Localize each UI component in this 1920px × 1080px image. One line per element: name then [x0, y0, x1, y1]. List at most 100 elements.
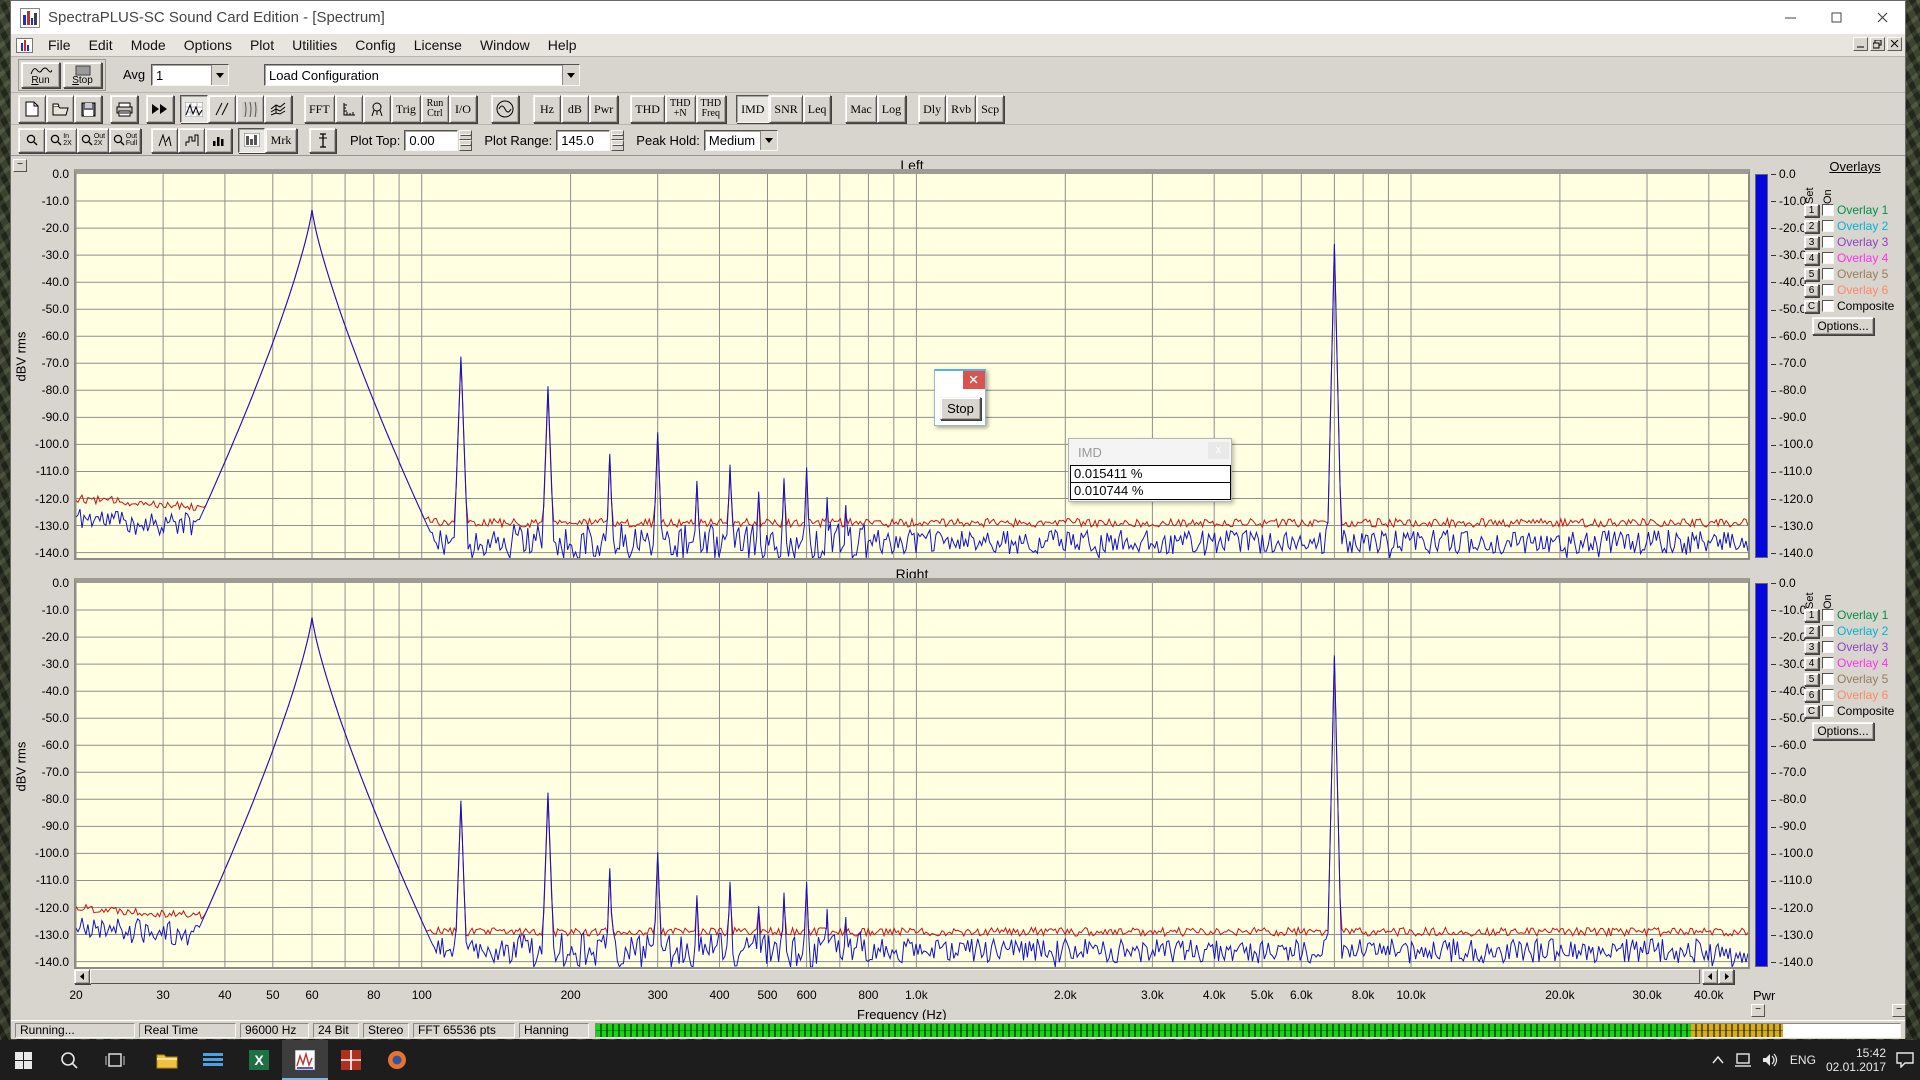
overlay-set-button-C[interactable]: C — [1804, 705, 1819, 718]
overlay-set-button-4[interactable]: 4 — [1804, 252, 1819, 265]
overlays-options-button[interactable]: Options... — [1812, 722, 1874, 740]
menu-item-license[interactable]: License — [405, 34, 471, 56]
toolbar-imd-button[interactable]: IMD — [736, 95, 769, 123]
menu-item-config[interactable]: Config — [346, 34, 404, 56]
toolbar-macro-button[interactable]: Mac — [845, 95, 876, 123]
overlay-on-checkbox-6[interactable] — [1822, 689, 1834, 701]
peak-hold-dropdown-arrow[interactable] — [760, 131, 777, 150]
excel-icon[interactable]: X — [236, 1040, 282, 1080]
left-spectrum-plot[interactable] — [74, 169, 1750, 560]
overlay-set-button-6[interactable]: 6 — [1804, 689, 1819, 702]
overlay-on-checkbox-4[interactable] — [1822, 657, 1834, 669]
overlay-set-button-2[interactable]: 2 — [1804, 625, 1819, 638]
avg-dropdown-arrow[interactable] — [211, 65, 228, 85]
toolbar-fft-settings-button[interactable]: FFT — [304, 95, 335, 123]
toolbar-triggering-button[interactable]: Trig — [391, 95, 421, 123]
scroll-right-button[interactable] — [1718, 969, 1734, 984]
pane-splitter-box-meter[interactable]: − — [1751, 1004, 1765, 1017]
toolbar-zoom-out-full-button[interactable]: OutFull — [109, 128, 141, 153]
frequency-scrollbar[interactable] — [74, 969, 1734, 984]
overlay-on-checkbox-3[interactable] — [1822, 641, 1834, 653]
start-button[interactable] — [0, 1040, 46, 1080]
overlay-set-button-4[interactable]: 4 — [1804, 657, 1819, 670]
toolbar-print-button[interactable] — [110, 95, 138, 123]
overlay-set-button-5[interactable]: 5 — [1804, 673, 1819, 686]
menu-item-edit[interactable]: Edit — [80, 34, 122, 56]
plot-top-input[interactable]: 0.00 — [404, 130, 458, 151]
menu-item-file[interactable]: File — [39, 34, 80, 56]
load-configuration-select[interactable]: Load Configuration — [264, 64, 580, 86]
mdi-minimize-button[interactable] — [1853, 37, 1868, 51]
overlay-on-checkbox-2[interactable] — [1822, 220, 1834, 232]
overlay-on-checkbox-3[interactable] — [1822, 236, 1834, 248]
toolbar-run-control-button[interactable]: RunCtrl — [421, 95, 449, 123]
toolbar-reverb-button[interactable]: Rvb — [946, 95, 976, 123]
toolbar-new-file-button[interactable] — [18, 95, 46, 123]
toolbar-bar-plot-view-button[interactable] — [205, 128, 232, 153]
toolbar-thd-n-button[interactable]: THD+N — [665, 95, 696, 123]
toolbar-amplitude-units-button[interactable]: dB — [561, 95, 589, 123]
pane-splitter-box-right[interactable]: − — [1892, 1004, 1906, 1017]
toolbar-spectrogram-view-button[interactable] — [236, 95, 264, 123]
overlay-on-checkbox-5[interactable] — [1822, 268, 1834, 280]
right-spectrum-plot[interactable] — [74, 578, 1750, 969]
toolbar-open-file-button[interactable] — [46, 95, 74, 123]
overlay-set-button-3[interactable]: 3 — [1804, 641, 1819, 654]
overlay-set-button-1[interactable]: 1 — [1804, 609, 1819, 622]
toolbar-save-file-button[interactable] — [74, 95, 102, 123]
overlay-set-button-3[interactable]: 3 — [1804, 236, 1819, 249]
toolbar-filled-plot-view-button[interactable] — [238, 128, 265, 153]
overlay-set-button-C[interactable]: C — [1804, 300, 1819, 313]
toolbar-zoom-out-2x-button[interactable]: Out2X — [77, 128, 109, 153]
toolbar-markers-button[interactable]: Mrk — [265, 128, 297, 153]
overlay-on-checkbox-C[interactable] — [1822, 300, 1834, 312]
plot-range-spinner[interactable] — [611, 130, 624, 151]
tray-expand-icon[interactable] — [1712, 1056, 1724, 1064]
overlay-set-button-5[interactable]: 5 — [1804, 268, 1819, 281]
maximize-button[interactable] — [1813, 1, 1859, 34]
toolbar-delay-button[interactable]: Dly — [918, 95, 946, 123]
action-center-icon[interactable] — [1896, 1052, 1914, 1068]
menu-item-options[interactable]: Options — [175, 34, 241, 56]
stop-button[interactable]: Stop — [63, 62, 102, 88]
office-app-icon[interactable] — [328, 1040, 374, 1080]
overlay-on-checkbox-2[interactable] — [1822, 625, 1834, 637]
overlays-options-button[interactable]: Options... — [1812, 317, 1874, 335]
overlay-on-checkbox-4[interactable] — [1822, 252, 1834, 264]
toolbar-surface-view-button[interactable] — [264, 95, 292, 123]
peak-hold-select[interactable]: Medium — [704, 130, 778, 151]
toolbar-leq-button[interactable]: Leq — [803, 95, 832, 123]
toolbar-power-units-button[interactable]: Pwr — [589, 95, 618, 123]
toolbar-calibration-button[interactable] — [363, 95, 391, 123]
stop-dialog-close-icon[interactable] — [963, 371, 985, 389]
spectraplus-taskbar-icon[interactable] — [282, 1040, 328, 1080]
settings-app-icon[interactable] — [190, 1040, 236, 1080]
run-button[interactable]: Run — [21, 62, 60, 88]
overlay-set-button-1[interactable]: 1 — [1804, 204, 1819, 217]
menu-item-help[interactable]: Help — [539, 34, 586, 56]
toolbar-zoom-in-2x-button[interactable]: In2X — [45, 128, 77, 153]
toolbar-frequency-units-button[interactable]: Hz — [533, 95, 561, 123]
menu-item-window[interactable]: Window — [471, 34, 539, 56]
overlay-on-checkbox-6[interactable] — [1822, 284, 1834, 296]
scroll-left2-button[interactable] — [1702, 969, 1718, 984]
config-dropdown-arrow[interactable] — [562, 65, 579, 85]
file-explorer-icon[interactable] — [144, 1040, 190, 1080]
avg-select[interactable]: 1 — [151, 64, 229, 86]
close-button[interactable] — [1859, 1, 1905, 34]
toolbar-time-series-view-button[interactable] — [208, 95, 236, 123]
mdi-close-button[interactable] — [1887, 37, 1902, 51]
menu-item-mode[interactable]: Mode — [122, 34, 175, 56]
toolbar-fast-forward-button[interactable] — [146, 95, 174, 123]
toolbar-marker-cursor-button[interactable] — [309, 128, 336, 153]
stop-dialog-stop-button[interactable]: Stop — [940, 397, 981, 420]
mdi-restore-button[interactable] — [1870, 37, 1885, 51]
plot-top-spinner[interactable] — [459, 130, 472, 151]
spectrum-doc-icon[interactable] — [16, 38, 33, 53]
toolbar-step-plot-view-button[interactable] — [178, 128, 205, 153]
toolbar-thd-button[interactable]: THD — [630, 95, 665, 123]
overlay-on-checkbox-C[interactable] — [1822, 705, 1834, 717]
task-view-icon[interactable] — [92, 1040, 138, 1080]
toolbar-spectrum-view-button[interactable] — [180, 95, 208, 123]
minimize-button[interactable] — [1767, 1, 1813, 34]
